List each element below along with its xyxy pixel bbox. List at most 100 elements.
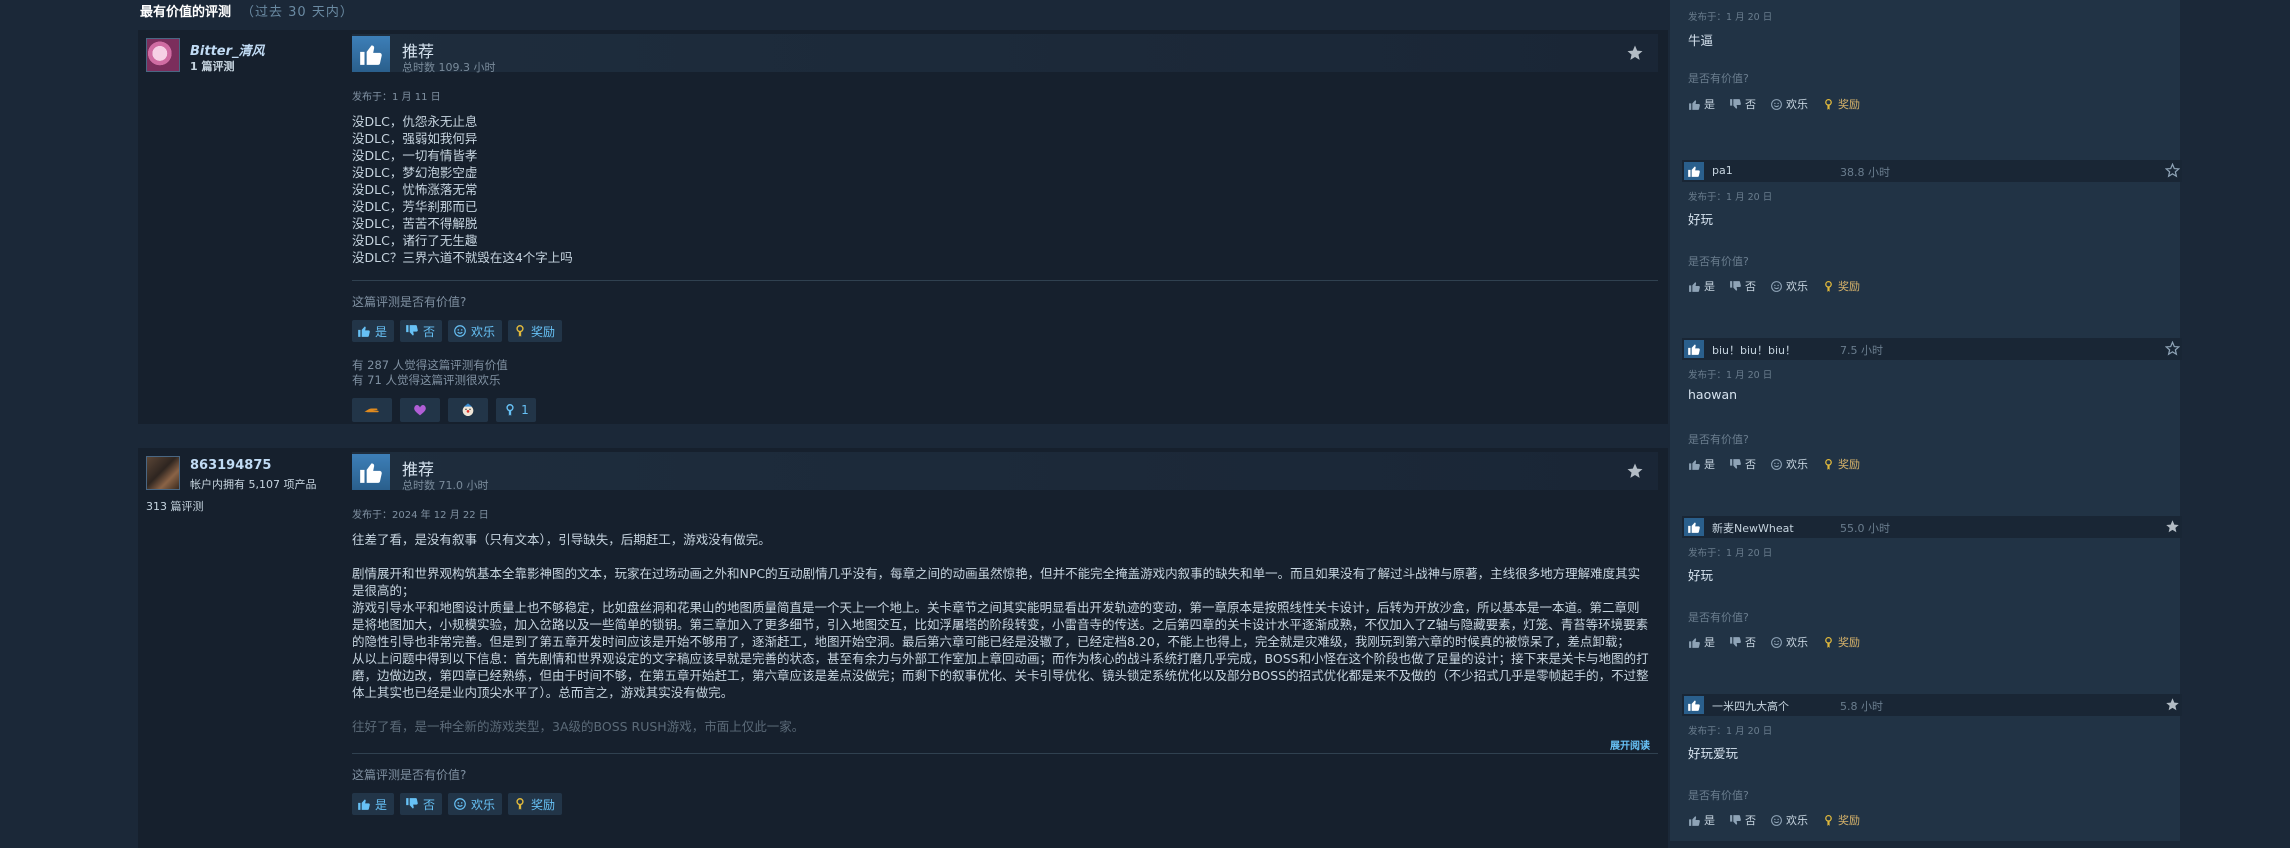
vote-no-button[interactable]: 否 xyxy=(400,793,443,815)
award-icon xyxy=(1825,98,1832,110)
recent-review-header[interactable]: 新麦NewWheat 55.0 小时 xyxy=(1682,516,2182,538)
award-label: 奖励 xyxy=(1838,814,1860,827)
award-chip[interactable] xyxy=(400,398,440,422)
award-chip[interactable] xyxy=(352,398,392,422)
review-line: 没DLC，梦幻泡影空虚 xyxy=(352,165,478,180)
award-chip[interactable] xyxy=(448,398,488,422)
divider xyxy=(352,280,1658,281)
review-card: Bitter_清风 1 篇评测 推荐 总时数 109.3 小时 发布于：1 月 … xyxy=(138,30,1668,424)
thumbs-up-icon xyxy=(352,454,390,490)
smiley-icon xyxy=(1771,458,1782,470)
review-card: 863194875 帐户内拥有 5,107 项产品 313 篇评测 推荐 总时数… xyxy=(138,448,1668,848)
star-icon[interactable] xyxy=(1626,44,1644,66)
vote-yes-label: 是 xyxy=(1704,814,1715,827)
award-count-chip[interactable]: 1 xyxy=(496,398,536,422)
author-name[interactable]: pa1 xyxy=(1712,164,1733,177)
vote-buttons: 是 否 欢乐 奖励 xyxy=(352,320,1658,342)
recent-review-header[interactable]: pa1 38.8 小时 xyxy=(1682,160,2182,182)
award-button[interactable]: 奖励 xyxy=(1822,634,1860,650)
author-name[interactable]: 一米四九大高个 xyxy=(1712,698,1789,714)
vote-no-label: 否 xyxy=(1745,458,1756,471)
smiley-icon xyxy=(454,798,466,810)
vote-funny-button[interactable]: 欢乐 xyxy=(1770,812,1808,828)
award-button[interactable]: 奖励 xyxy=(508,793,563,815)
award-label: 奖励 xyxy=(1838,636,1860,649)
vote-no-button[interactable]: 否 xyxy=(1729,278,1756,294)
vote-no-button[interactable]: 否 xyxy=(400,320,443,342)
vote-no-button[interactable]: 否 xyxy=(1729,456,1756,472)
star-icon[interactable] xyxy=(2164,162,2181,182)
vote-funny-button[interactable]: 欢乐 xyxy=(448,320,503,342)
vote-yes-button[interactable]: 是 xyxy=(1688,634,1715,650)
award-button[interactable]: 奖励 xyxy=(508,320,563,342)
helpful-question: 是否有价值? xyxy=(1688,255,1749,268)
playtime: 7.5 小时 xyxy=(1840,344,1883,357)
review-line: 没DLC，芳华刹那而已 xyxy=(352,199,478,214)
author-name[interactable]: Bitter_清风 xyxy=(190,40,265,59)
review-line: 没DLC，苦苦不得解脱 xyxy=(352,216,478,231)
vote-yes-button[interactable]: 是 xyxy=(1688,278,1715,294)
posted-date: 发布于：1 月 20 日 xyxy=(1688,192,1773,203)
smiley-icon xyxy=(1771,98,1782,110)
vote-header[interactable]: 推荐 总时数 109.3 小时 xyxy=(352,34,1658,74)
vote-funny-label: 欢乐 xyxy=(1786,814,1808,827)
vote-no-label: 否 xyxy=(423,797,436,812)
vote-yes-label: 是 xyxy=(1704,636,1715,649)
award-label: 奖励 xyxy=(531,324,556,339)
vote-yes-button[interactable]: 是 xyxy=(1688,812,1715,828)
vote-funny-button[interactable]: 欢乐 xyxy=(1770,456,1808,472)
review-text: haowan xyxy=(1688,387,1738,402)
author-name[interactable]: 863194875 xyxy=(190,458,271,473)
vote-funny-button[interactable]: 欢乐 xyxy=(1770,634,1808,650)
vote-yes-button[interactable]: 是 xyxy=(352,320,395,342)
helpful-question: 这篇评测是否有价值? xyxy=(352,768,467,782)
posted-date: 发布于：1 月 20 日 xyxy=(1688,12,1773,23)
helpful-question: 是否有价值? xyxy=(1688,611,1749,624)
recent-review-card: 发布于：1 月 20 日 牛逼 是否有价值? 是 否 欢乐 奖励 xyxy=(1682,0,2182,126)
thumbs-up-icon xyxy=(1684,696,1704,714)
review-content: 推荐 总时数 71.0 小时 发布于：2024 年 12 月 22 日 往差了看… xyxy=(352,452,1658,815)
vote-yes-label: 是 xyxy=(375,324,388,339)
star-icon[interactable] xyxy=(2165,697,2180,716)
read-more-row: 展开阅读 xyxy=(352,735,1658,752)
recent-reviews: 发布于：1 月 20 日 牛逼 是否有价值? 是 否 欢乐 奖励 pa1 38.… xyxy=(1670,0,2182,841)
star-icon[interactable] xyxy=(2165,519,2180,538)
vote-buttons: 是 否 欢乐 奖励 xyxy=(1688,456,1860,472)
vote-yes-button[interactable]: 是 xyxy=(1688,96,1715,112)
section-header: 最有价值的评测 （过去 30 天内） xyxy=(138,0,354,26)
award-button[interactable]: 奖励 xyxy=(1822,278,1860,294)
author-name[interactable]: biu！biu！biu！ xyxy=(1712,342,1796,358)
star-icon[interactable] xyxy=(2164,340,2181,360)
award-button[interactable]: 奖励 xyxy=(1822,96,1860,112)
thumbs-up-icon xyxy=(1684,518,1704,536)
recent-review-header[interactable]: biu！biu！biu！ 7.5 小时 xyxy=(1682,338,2182,360)
award-button[interactable]: 奖励 xyxy=(1822,812,1860,828)
vote-funny-button[interactable]: 欢乐 xyxy=(1770,96,1808,112)
vote-funny-label: 欢乐 xyxy=(1786,280,1808,293)
vote-yes-button[interactable]: 是 xyxy=(352,793,395,815)
author-review-count[interactable]: 1 篇评测 xyxy=(190,58,234,74)
author-name[interactable]: 新麦NewWheat xyxy=(1712,520,1794,536)
vote-no-label: 否 xyxy=(1745,814,1756,827)
thumbs-down-icon xyxy=(1730,814,1741,825)
playtime: 5.8 小时 xyxy=(1840,700,1883,713)
award-button[interactable]: 奖励 xyxy=(1822,456,1860,472)
avatar[interactable] xyxy=(146,38,180,72)
vote-no-button[interactable]: 否 xyxy=(1729,812,1756,828)
award-label: 奖励 xyxy=(1838,98,1860,111)
star-icon[interactable] xyxy=(1626,462,1644,484)
author-review-count[interactable]: 313 篇评测 xyxy=(146,498,204,514)
vote-header[interactable]: 推荐 总时数 71.0 小时 xyxy=(352,452,1658,492)
review-text: 没DLC，仇怨永无止息 没DLC，强弱如我何异 没DLC，一切有情皆孝 没DLC… xyxy=(352,113,1650,266)
read-more-link[interactable]: 展开阅读 xyxy=(1610,737,1650,752)
avatar[interactable] xyxy=(146,456,180,490)
vote-no-button[interactable]: 否 xyxy=(1729,634,1756,650)
vote-funny-button[interactable]: 欢乐 xyxy=(448,793,503,815)
award-icon xyxy=(1825,280,1832,292)
vote-yes-button[interactable]: 是 xyxy=(1688,456,1715,472)
vote-funny-button[interactable]: 欢乐 xyxy=(1770,278,1808,294)
author-product-count[interactable]: 帐户内拥有 5,107 项产品 xyxy=(190,476,316,492)
vote-no-button[interactable]: 否 xyxy=(1729,96,1756,112)
recent-review-card: pa1 38.8 小时 发布于：1 月 20 日 好玩 是否有价值? 是 否 欢… xyxy=(1682,160,2182,310)
recent-review-header[interactable]: 一米四九大高个 5.8 小时 xyxy=(1682,694,2182,716)
